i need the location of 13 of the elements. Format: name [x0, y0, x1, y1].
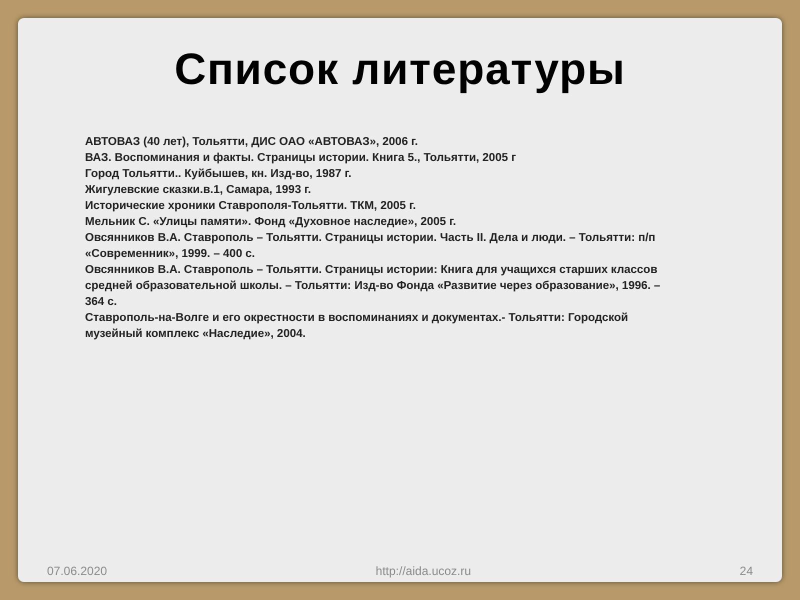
page-number: 24 — [740, 563, 753, 580]
footer-url: http://aida.ucoz.ru — [376, 563, 472, 580]
slide-title: Список литературы — [174, 48, 626, 92]
reference-entry: Город Тольятти.. Куйбышев, кн. Изд-во, 1987 г. — [85, 167, 352, 182]
reference-entry: Мельник С. «Улицы памяти». Фонд «Духовное наследие», 2005 г. — [85, 215, 458, 230]
reference-entry: Овсянников В.А. Ставрополь – Тольятти. Страницы истории: Книга для учащихся старших классов средней образовательной школы. – Тольятти: Изд-во Фонда «Развитие через образование», 1996. – 364 с. — [85, 263, 662, 310]
reference-entry: Жигулевские сказки.в.1, Самара, 1993 г. — [85, 183, 312, 198]
reference-entry: Овсянников В.А. Ставрополь – Тольятти. Страницы истории. Часть II. Дела и люди. – Тольятти: п/п «Современник», 1999. – 400 с. — [85, 231, 656, 262]
reference-entry: ВАЗ. Воспоминания и факты. Страницы истории. Книга 5., Тольятти, 2005 г — [85, 151, 517, 166]
footer-date: 07.06.2020 — [47, 563, 108, 580]
reference-entry: Ставрополь-на-Волге и его окрестности в воспоминаниях и документах.- Тольятти: Городской музейный комплекс «Наследие», 2004. — [85, 311, 630, 342]
reference-entry: Исторические хроники Ставрополя-Тольятти. ТКМ, 2005 г. — [85, 199, 417, 214]
reference-entry: АВТОВАЗ (40 лет), Тольятти, ДИС ОАО «АВТОВАЗ», 2006 г. — [85, 135, 420, 150]
